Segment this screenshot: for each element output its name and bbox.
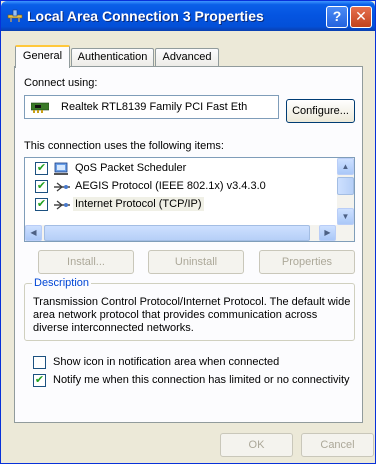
item-label: Internet Protocol (TCP/IP) — [73, 197, 204, 211]
properties-button[interactable]: Properties — [259, 250, 355, 274]
list-item[interactable]: ✔ Internet Protocol (TCP/IP) — [25, 196, 337, 214]
protocol-icon — [54, 182, 70, 192]
connect-using-label: Connect using: — [24, 77, 98, 89]
items-label: This connection uses the following items… — [24, 140, 224, 152]
notify-label: Notify me when this connection has limit… — [53, 374, 350, 386]
window-title: Local Area Connection 3 Properties — [27, 8, 264, 24]
item-label: QoS Packet Scheduler — [75, 162, 187, 174]
show-icon-checkbox[interactable] — [33, 356, 46, 369]
title-bar[interactable]: Local Area Connection 3 Properties ? ✕ — [1, 1, 375, 31]
show-icon-label: Show icon in notification area when conn… — [53, 356, 280, 368]
horizontal-scrollbar[interactable]: ◀ ▶ — [24, 225, 355, 242]
item-checkbox[interactable]: ✔ — [35, 180, 48, 193]
close-button[interactable]: ✕ — [350, 6, 372, 28]
network-adapter-icon — [31, 102, 49, 113]
list-item[interactable]: ✔ QoS Packet Scheduler — [25, 160, 337, 178]
vertical-scrollbar[interactable]: ▲ ▼ — [337, 158, 354, 234]
components-list[interactable]: ✔ QoS Packet Scheduler ✔ AEGIS Protocol … — [24, 157, 355, 235]
uninstall-button[interactable]: Uninstall — [148, 250, 244, 274]
scroll-left-icon[interactable]: ◀ — [25, 225, 42, 241]
list-item[interactable]: ✔ AEGIS Protocol (IEEE 802.1x) v3.4.3.0 — [25, 178, 337, 196]
tab-general[interactable]: General — [15, 45, 70, 68]
item-checkbox[interactable]: ✔ — [35, 162, 48, 175]
configure-button[interactable]: Configure... — [286, 99, 355, 123]
install-button[interactable]: Install... — [38, 250, 134, 274]
scroll-right-icon[interactable]: ▶ — [319, 225, 336, 241]
ok-button[interactable]: OK — [220, 433, 293, 457]
vertical-scroll-thumb[interactable] — [337, 177, 354, 195]
properties-dialog: Local Area Connection 3 Properties ? ✕ G… — [0, 0, 376, 464]
help-button[interactable]: ? — [326, 6, 348, 28]
item-label: AEGIS Protocol (IEEE 802.1x) v3.4.3.0 — [75, 180, 266, 192]
notify-checkbox[interactable]: ✔ — [33, 374, 46, 387]
cancel-button[interactable]: Cancel — [301, 433, 374, 457]
description-title: Description — [32, 277, 92, 289]
scheduler-icon — [54, 162, 68, 175]
adapter-field: Realtek RTL8139 Family PCI Fast Eth — [24, 95, 279, 119]
description-text: Transmission Control Protocol/Internet P… — [33, 296, 351, 334]
tab-authentication[interactable]: Authentication — [71, 48, 154, 67]
tab-advanced[interactable]: Advanced — [155, 48, 219, 67]
network-connection-icon — [7, 9, 23, 22]
scroll-up-icon[interactable]: ▲ — [337, 158, 354, 175]
protocol-icon — [54, 200, 70, 210]
horizontal-scroll-thumb[interactable] — [44, 225, 310, 241]
item-checkbox[interactable]: ✔ — [35, 198, 48, 211]
scroll-down-icon[interactable]: ▼ — [337, 208, 354, 225]
adapter-name: Realtek RTL8139 Family PCI Fast Eth — [61, 101, 248, 113]
